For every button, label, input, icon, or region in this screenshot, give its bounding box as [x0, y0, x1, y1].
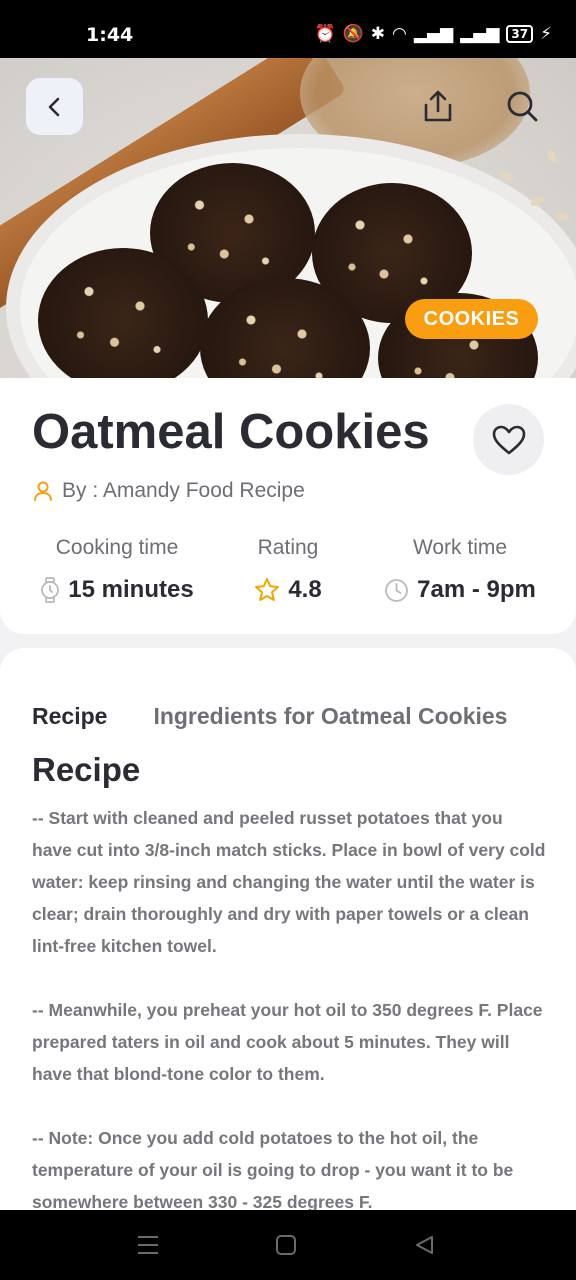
oat-flake	[529, 194, 545, 209]
recipe-instructions: -- Start with cleaned and peeled russet …	[32, 802, 547, 1210]
system-nav-bar	[0, 1210, 576, 1280]
share-icon	[424, 90, 452, 122]
alarm-icon: ⏰	[314, 24, 336, 44]
chevron-left-icon	[48, 97, 59, 116]
recipe-info-card: Oatmeal Cookies By : Amandy Food Recipe …	[0, 378, 576, 634]
recipe-content-card: Recipe Ingredients for Oatmeal Cookies R…	[0, 648, 576, 1210]
stat-value: 4.8	[288, 576, 322, 603]
back-nav-button[interactable]	[409, 1230, 439, 1260]
instruction-paragraph: -- Note: Once you add cold potatoes to t…	[32, 1128, 514, 1210]
mute-icon: 🔕	[342, 24, 364, 44]
signal-icon: ▂▄▆	[413, 24, 454, 44]
back-triangle-icon	[416, 1236, 433, 1254]
clock-icon	[385, 578, 409, 602]
oat-flake	[499, 170, 515, 183]
star-icon	[255, 578, 280, 601]
recents-button[interactable]	[133, 1230, 163, 1260]
recipe-author: By : Amandy Food Recipe	[32, 479, 305, 503]
battery-icon: 37	[506, 25, 534, 43]
stat-value: 7am - 9pm	[417, 576, 536, 603]
favorite-button[interactable]	[473, 404, 544, 475]
status-icons: ⏰ 🔕 ✱ ◠ ▂▄▆ ▂▄▆ 37 ⚡	[314, 24, 552, 44]
home-square-icon	[276, 1235, 296, 1255]
status-time: 1:44	[86, 24, 134, 46]
search-icon	[507, 91, 538, 122]
stat-label: Cooking time	[55, 536, 179, 559]
stat-label: Work time	[412, 536, 508, 559]
section-title: Recipe	[32, 751, 141, 788]
status-bar: 1:44 ⏰ 🔕 ✱ ◠ ▂▄▆ ▂▄▆ 37 ⚡	[0, 0, 576, 58]
instruction-paragraph: -- Start with cleaned and peeled russet …	[32, 808, 546, 956]
stat-value-row: 15 minutes	[32, 576, 202, 604]
tab-bar: Recipe Ingredients for Oatmeal Cookies	[32, 703, 507, 730]
recipe-title: Oatmeal Cookies	[32, 405, 430, 459]
stopwatch-icon	[41, 577, 60, 603]
oat-flake	[554, 211, 570, 222]
user-icon	[34, 481, 52, 501]
category-badge[interactable]: COOKIES	[405, 299, 538, 339]
stat-value-row: 4.8	[228, 576, 348, 604]
stat-value-row: 7am - 9pm	[380, 576, 540, 604]
stat-work-time: Work time 7am - 9pm	[380, 536, 540, 604]
stat-cooking-time: Cooking time 15 minutes	[32, 536, 202, 604]
instruction-paragraph: -- Meanwhile, you preheat your hot oil t…	[32, 1000, 543, 1084]
oat-flake	[545, 148, 559, 165]
search-button[interactable]	[504, 88, 540, 124]
home-button[interactable]	[271, 1230, 301, 1260]
tab-recipe[interactable]: Recipe	[32, 703, 107, 730]
stat-value: 15 minutes	[68, 576, 194, 603]
heart-icon	[492, 425, 525, 454]
stat-rating: Rating 4.8	[228, 536, 348, 604]
wifi-icon: ◠	[392, 24, 407, 44]
stat-label: Rating	[257, 536, 319, 559]
menu-icon	[138, 1236, 158, 1254]
author-name: By : Amandy Food Recipe	[62, 479, 305, 502]
bluetooth-icon: ✱	[370, 24, 386, 44]
signal-icon-2: ▂▄▆	[460, 24, 500, 44]
tab-ingredients[interactable]: Ingredients for Oatmeal Cookies	[153, 703, 507, 730]
charging-icon: ⚡	[540, 24, 552, 44]
share-button[interactable]	[420, 88, 456, 124]
back-button[interactable]	[26, 78, 83, 135]
